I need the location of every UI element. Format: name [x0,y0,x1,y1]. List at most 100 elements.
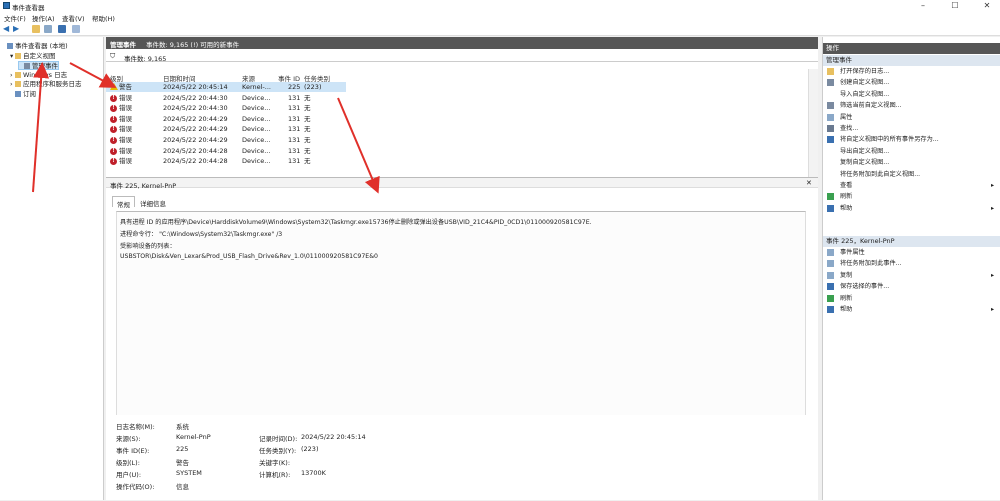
action-label: 筛选当前自定义视图... [840,102,902,110]
event-row[interactable]: ! 错误 2024/5/22 20:44:30 Device... 131 无 [106,93,346,103]
action-item[interactable]: 复制自定义视图... [823,157,1000,168]
tree-item[interactable]: › Windows 日志 [10,71,67,80]
action-label: 保存选择的事件... [840,283,890,291]
cell-level: 错误 [119,136,132,144]
cell-id: 225 [288,83,301,91]
description-line: USBSTOR\Disk&Ven_Lexar&Prod_USB_Flash_Dr… [120,253,378,260]
submenu-arrow-icon: ▸ [991,306,995,313]
action-item[interactable]: 创建自定义视图... [823,77,1000,88]
event-list-scrollbar[interactable] [808,69,818,177]
action-item[interactable]: 将任务附加到此事件... [823,258,1000,269]
cell-task: 无 [304,93,311,102]
window-title: 事件查看器 [12,4,45,12]
error-icon: ! [110,94,117,102]
actions-list-event: 事件属性将任务附加到此事件... 复制 ▸ 保存选择的事件... 刷新 帮助 ▸ [823,247,1000,317]
error-icon: ! [110,105,117,113]
action-label: 导入自定义视图... [840,90,890,98]
actions-list-view: 打开保存的日志... 创建自定义视图... 导入自定义视图... 筛选当前自定义视图.… [823,66,1000,214]
show-hide-tree-icon[interactable] [44,25,52,33]
minimize-button[interactable]: – [912,0,934,12]
open-folder-icon[interactable] [32,25,40,33]
field-value: 2024/5/22 20:45:14 [301,433,366,441]
action-item[interactable]: 导入自定义视图... [823,89,1000,100]
filter-icon [24,63,30,69]
action-item[interactable]: 打开保存的日志... [823,66,1000,77]
filter-icon [827,79,834,87]
cell-datetime: 2024/5/22 20:44:28 [163,157,228,166]
tree-item[interactable]: 管理事件 [18,61,59,70]
error-icon: ! [110,137,117,144]
action-item[interactable]: 帮助 ▸ [823,304,1000,315]
cell-source: Device... [242,104,271,113]
back-icon[interactable]: ◀ [3,24,9,33]
action-item[interactable]: 导出自定义视图... [823,146,1000,157]
action-item[interactable]: 属性 [823,112,1000,123]
action-item[interactable]: 筛选当前自定义视图... [823,100,1000,111]
center-pane: 管理事件 事件数: 9,165 (!) 可用的新事件 ⛉ 事件数: 9,165 … [106,37,818,500]
action-item[interactable]: 查找... [823,123,1000,134]
description-line: 进程命令行： "C:\Windows\System32\Taskmgr.exe"… [120,231,283,238]
copy-icon [827,271,834,279]
subscription-icon [15,90,21,97]
event-detail-header: 事件 225, Kernel-PnP ✕ [106,177,818,190]
show-hide-action-pane-icon[interactable] [72,25,80,33]
field-value: 信息 [176,483,189,491]
cell-id: 131 [288,136,301,144]
event-row[interactable]: ! 错误 2024/5/22 20:44:29 Device... 131 无 [106,135,346,145]
field-label: 操作代码(O): [116,483,155,491]
event-row[interactable]: ! 错误 2024/5/22 20:44:28 Device... 131 无 [106,146,346,156]
actions-section-manage-events[interactable]: 管理事件 [823,55,1000,66]
action-item[interactable]: 保存选择的事件... [823,281,1000,292]
description-line: 具有进程 ID 的应用程序\Device\HarddiskVolume9\Win… [120,219,592,226]
cell-level: 错误 [119,114,132,123]
cell-task: 无 [304,146,311,155]
tree-item[interactable]: ▾ 自定义视图 [10,52,56,61]
error-icon: ! [110,126,117,134]
field-value: 系统 [176,423,189,431]
submenu-arrow-icon: ▸ [991,271,995,279]
tab-details[interactable]: 详细信息 [136,196,170,208]
open-log-icon [827,68,834,75]
action-label: 帮助 [840,204,853,212]
actions-section-event[interactable]: 事件 225，Kernel-PnP [823,236,1000,247]
cell-source: Device... [242,93,271,102]
task-icon [827,260,834,268]
error-icon: ! [110,158,117,166]
event-row[interactable]: ! 错误 2024/5/22 20:44:30 Device... 131 无 [106,103,346,113]
cell-task: 无 [304,136,311,144]
event-row[interactable]: 警告 2024/5/22 20:45:14 Kernel-... 225 (223) [106,82,346,93]
cell-task: 无 [304,104,311,113]
action-item[interactable]: 刷新 [823,191,1000,202]
field-label: 关键字(K): [259,459,291,467]
event-row[interactable]: ! 错误 2024/5/22 20:44:29 Device... 131 无 [106,114,346,124]
action-item[interactable]: 将任务附加到此自定义视图... [823,169,1000,180]
action-item[interactable]: 查看 ▸ [823,180,1000,191]
action-label: 打开保存的日志... [840,68,890,75]
help-icon[interactable] [58,25,66,33]
tab-general[interactable]: 常规 [112,196,135,209]
action-item[interactable]: 复制 ▸ [823,270,1000,281]
action-item[interactable]: 将自定义视图中的所有事件另存为... [823,134,1000,145]
submenu-arrow-icon: ▸ [991,204,995,212]
forward-icon[interactable]: ▶ [13,24,19,33]
close-detail-button[interactable]: ✕ [806,179,812,187]
tree-item[interactable]: 订阅 [10,90,36,99]
field-label: 用户(U): [116,471,142,479]
title-bar: 事件查看器 – ☐ ✕ [0,0,1000,12]
tree-item[interactable]: 事件查看器 (本地) [2,42,68,51]
cell-datetime: 2024/5/22 20:44:29 [163,136,228,144]
action-label: 将任务附加到此事件... [840,260,902,268]
close-window-button[interactable]: ✕ [976,0,998,12]
event-row[interactable]: ! 错误 2024/5/22 20:44:28 Device... 131 无 [106,156,346,166]
cell-datetime: 2024/5/22 20:44:28 [163,146,228,155]
cell-level: 警告 [119,83,132,91]
tree-item[interactable]: › 应用程序和服务日志 [10,80,82,89]
field-value: SYSTEM [176,469,202,477]
action-item[interactable]: 帮助 ▸ [823,203,1000,214]
computer-icon [7,43,13,49]
event-row[interactable]: ! 错误 2024/5/22 20:44:29 Device... 131 无 [106,124,346,134]
action-item[interactable]: 刷新 [823,293,1000,304]
action-item[interactable]: 事件属性 [823,247,1000,258]
filter-bar: ⛉ 事件数: 9,165 [106,50,818,63]
maximize-button[interactable]: ☐ [944,0,966,12]
